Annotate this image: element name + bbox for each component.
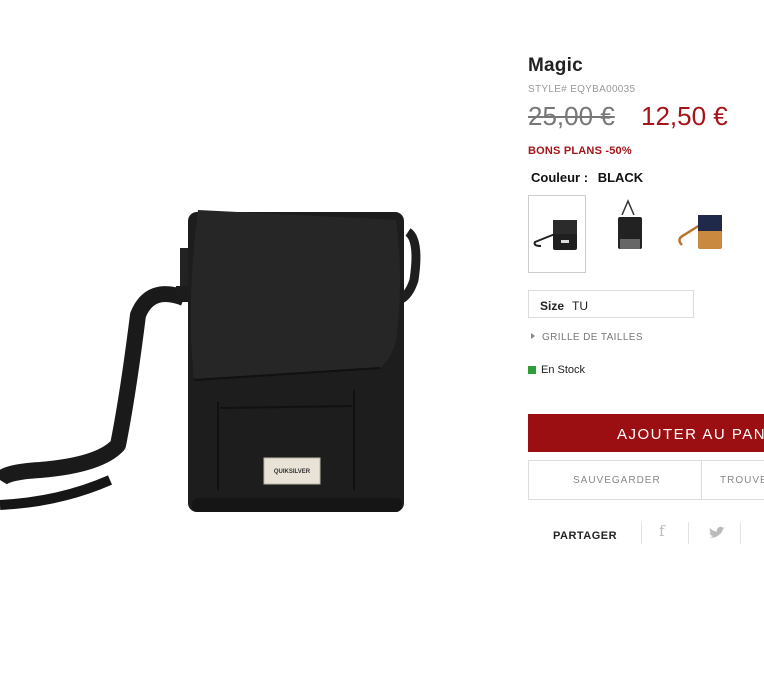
promo-badge: BONS PLANS -50% [528,145,632,157]
facebook-icon[interactable]: f [659,522,665,544]
brand-label: QUIKSILVER [274,469,311,475]
product-title: Magic [528,55,583,76]
add-to-cart-label: AJOUTER AU PANIER [617,426,764,443]
twitter-icon[interactable] [708,522,726,544]
save-button[interactable]: SAUVEGARDER [529,461,702,499]
add-to-cart-button[interactable]: AJOUTER AU PANIER [528,414,764,452]
find-label: TROUVER [720,475,764,486]
swatch-navy-tan[interactable] [672,195,730,273]
size-selector[interactable]: Size TU [528,290,694,318]
color-label: Couleur : [531,170,589,185]
style-number: STYLE# EQYBA00035 [528,84,636,95]
color-value: BLACK [597,170,644,185]
stock-status: En Stock [528,364,585,376]
find-store-button[interactable]: TROUVER [702,461,764,499]
product-image: QUIKSILVER [0,180,440,540]
swatch-black-grey[interactable] [600,195,658,273]
save-label: SAUVEGARDER [573,475,661,486]
size-label: Size [540,299,565,313]
swatch-black[interactable] [528,195,586,273]
stock-label: En Stock [541,364,586,376]
sale-price: 12,50 € [641,101,728,131]
size-guide-label: GRILLE DE TAILLES [542,332,643,343]
original-price: 25,00 € [528,101,615,131]
share-label: PARTAGER [553,530,618,542]
divider [641,522,642,544]
size-guide-link[interactable]: GRILLE DE TAILLES [531,332,643,343]
triangle-right-icon [531,333,535,339]
size-value: TU [572,299,588,313]
color-swatches [528,195,764,275]
divider [688,522,689,544]
product-info-panel: Magic STYLE# EQYBA00035 25,00 € 12,50 € … [528,0,764,676]
color-row: Couleur : BLACK [531,170,643,185]
divider [740,522,741,544]
in-stock-icon [528,366,536,374]
secondary-actions: SAUVEGARDER TROUVER [528,460,764,500]
